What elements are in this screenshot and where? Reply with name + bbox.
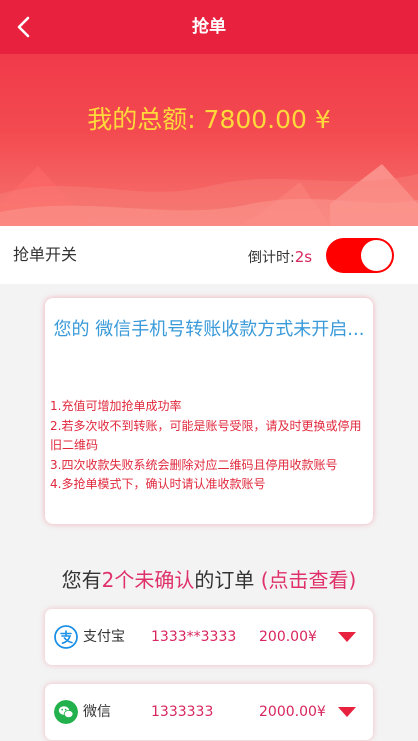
banner-wave-decoration: [0, 164, 418, 226]
alipay-icon: [54, 625, 78, 649]
chevron-down-icon[interactable]: [337, 631, 357, 643]
order-card[interactable]: 微信 1333333 2000.00¥: [45, 684, 373, 740]
toggle-knob: [361, 240, 392, 271]
countdown-value: 2s: [294, 248, 313, 266]
orders-prefix: 您有: [61, 568, 102, 592]
notice-card: 您的 微信手机号转账收款方式未开启... 1.充值可增加抢单成功率 2.若多次收…: [45, 298, 373, 524]
total-amount: 我的总额: 7800.00 ¥: [87, 105, 331, 134]
orders-status: 未确认: [134, 568, 195, 592]
order-card[interactable]: 支付宝 1333**3333 200.00¥: [45, 609, 373, 665]
notice-title: 您的 微信手机号转账收款方式未开启...: [53, 319, 365, 340]
rule-item: 3.四次收款失败系统会删除对应二维码且停用收款账号: [50, 457, 338, 472]
page-title: 抢单: [192, 17, 226, 37]
rule-item: 2.若多次收不到转账，可能是账号受限，请及时更换或停用旧二维码: [50, 418, 362, 453]
unconfirmed-orders-link[interactable]: 您有2个未确认的订单 (点击查看): [0, 564, 418, 593]
top-nav-bar: 抢单: [0, 0, 418, 54]
countdown: 倒计时:2s: [248, 226, 312, 289]
orders-count: 2个: [101, 568, 135, 592]
rules-list: 1.充值可增加抢单成功率 2.若多次收不到转账，可能是账号受限，请及时更换或停用…: [50, 397, 367, 495]
wechat-icon: [54, 700, 78, 724]
order-amount: 200.00¥: [259, 629, 317, 645]
rule-item: 1.充值可增加抢单成功率: [50, 399, 182, 413]
grab-switch-label: 抢单开关: [13, 245, 78, 264]
order-account: 1333333: [151, 704, 214, 720]
payment-method: 微信: [83, 704, 111, 720]
view-orders-link[interactable]: (点击查看): [261, 568, 357, 592]
chevron-down-icon[interactable]: [337, 706, 357, 718]
order-amount: 2000.00¥: [259, 704, 326, 720]
countdown-label: 倒计时:: [248, 250, 295, 266]
orders-suffix: 的订单: [194, 568, 261, 592]
rule-item: 4.多抢单模式下，确认时请认准收款账号: [50, 477, 266, 491]
payment-method: 支付宝: [83, 629, 125, 645]
total-banner: 我的总额: 7800.00 ¥: [0, 54, 418, 226]
grab-toggle-switch[interactable]: [326, 238, 394, 273]
order-account: 1333**3333: [151, 629, 237, 645]
